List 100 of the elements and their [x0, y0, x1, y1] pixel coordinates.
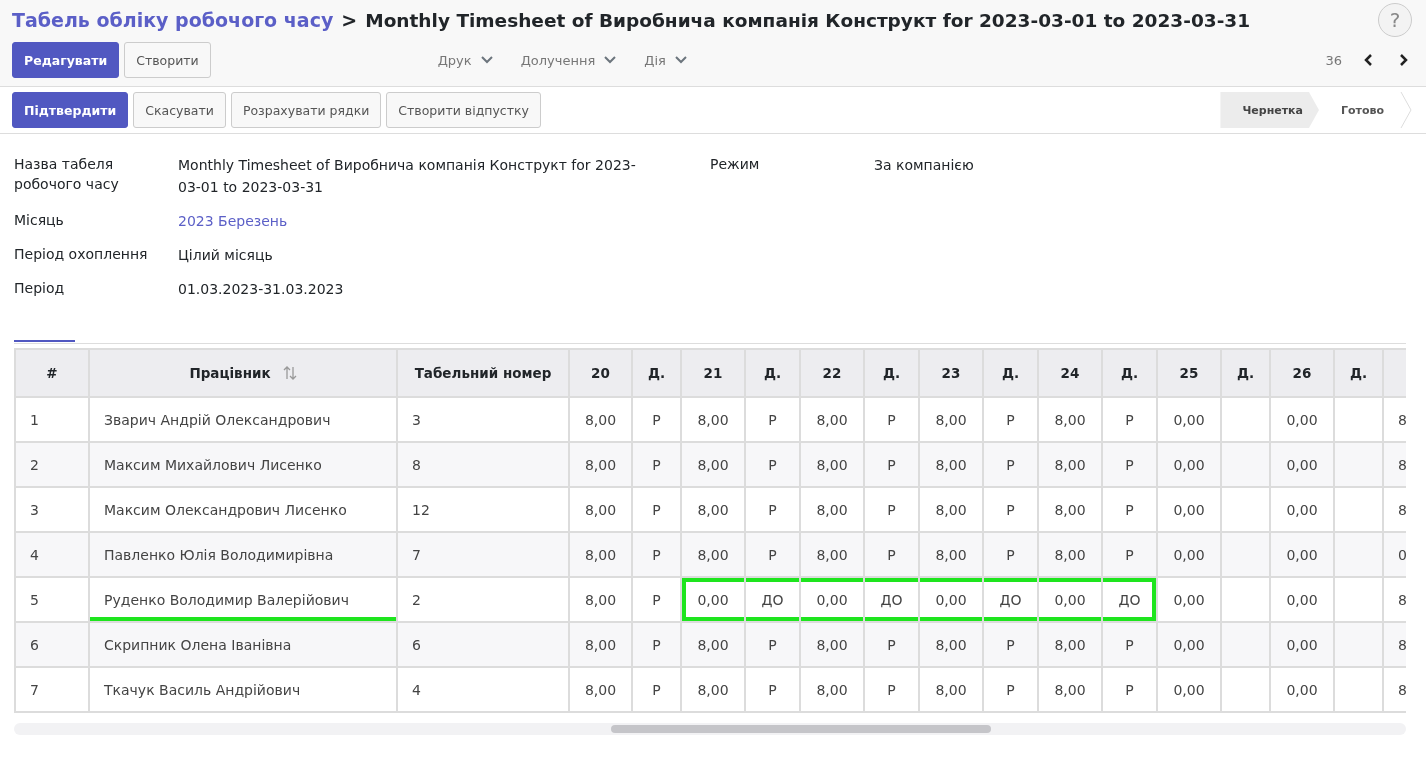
table-cell: Р	[745, 622, 800, 667]
table-cell: 0,00	[681, 577, 745, 622]
column-header: 24	[1038, 349, 1102, 397]
sort-icon[interactable]	[282, 365, 297, 381]
breadcrumb-link[interactable]: Табель обліку робочого часу	[12, 9, 334, 31]
table-cell: 8,00	[1038, 622, 1102, 667]
dropdown-menu[interactable]: Дія	[644, 52, 687, 68]
table-cell: 0,00	[1270, 442, 1334, 487]
table-cell: 0,00	[1270, 532, 1334, 577]
action-button[interactable]: Розрахувати рядки	[230, 92, 382, 128]
table-cell: 8,00	[1038, 532, 1102, 577]
field-link[interactable]: 2023 Березень	[178, 210, 658, 232]
record-counter: 36	[1325, 52, 1342, 68]
dropdown-menu[interactable]: Долучення	[520, 52, 617, 68]
action-button[interactable]: Створити відпустку	[386, 92, 541, 128]
table-cell: Р	[983, 622, 1038, 667]
column-header: Д.	[1334, 349, 1383, 397]
table-cell: 8,00	[919, 442, 983, 487]
table-cell: Р	[745, 667, 800, 712]
table-cell: Р	[864, 622, 919, 667]
table-cell: Павленко Юлія Володимирівна	[89, 532, 397, 577]
field-value: За компанією	[874, 156, 975, 175]
table-cell: Р	[1102, 622, 1157, 667]
scrollbar-thumb[interactable]	[611, 725, 991, 733]
step-divider-icon	[1400, 92, 1412, 128]
table-cell: 8,00	[919, 622, 983, 667]
action-button[interactable]: Підтвердити	[12, 92, 129, 128]
table-cell: 0,00	[1038, 577, 1102, 622]
chevron-down-icon	[480, 56, 493, 64]
table-cell: Р	[632, 667, 681, 712]
table-cell: 8,00	[681, 622, 745, 667]
column-header: Табельний номер	[397, 349, 569, 397]
dropdown-menu[interactable]: Друк	[437, 52, 493, 68]
table-cell: Р	[1102, 667, 1157, 712]
status-step[interactable]: Чернетка	[1220, 92, 1319, 128]
table-cell: Р	[1102, 532, 1157, 577]
create-button[interactable]: Створити	[124, 42, 211, 78]
table-cell: Р	[1102, 442, 1157, 487]
table-cell: 8,00	[800, 667, 864, 712]
action-button[interactable]: Скасувати	[133, 92, 226, 128]
column-header[interactable]: Працівник	[89, 349, 397, 397]
table-cell: 8,00	[1038, 442, 1102, 487]
table-cell: ДО	[983, 577, 1038, 622]
field-label: Місяць	[14, 211, 65, 230]
help-button[interactable]: ?	[1378, 3, 1412, 37]
column-header: 26	[1270, 349, 1334, 397]
table-cell	[1221, 622, 1270, 667]
table-cell: 0,00	[1157, 622, 1221, 667]
table-cell: 0,00	[919, 577, 983, 622]
table-cell: Р	[745, 532, 800, 577]
column-header: Д.	[1221, 349, 1270, 397]
table-cell: 8,00	[1038, 667, 1102, 712]
table-cell	[1334, 622, 1383, 667]
chevron-down-icon	[674, 56, 687, 64]
table-cell: 8,00	[919, 667, 983, 712]
field-value: Цілий місяць	[178, 246, 274, 265]
table-cell	[1221, 442, 1270, 487]
table-cell: 8,00	[569, 532, 632, 577]
field-label: Назва табеля робочого часу	[14, 155, 120, 194]
table-cell: Р	[632, 532, 681, 577]
table-cell: 0,00	[1270, 622, 1334, 667]
table-cell: 8	[397, 442, 569, 487]
column-header: Д.	[632, 349, 681, 397]
table-cell: Скрипник Олена Іванівна	[89, 622, 397, 667]
table-cell: Р	[864, 442, 919, 487]
table-cell: ДО	[864, 577, 919, 622]
table-cell: 7	[397, 532, 569, 577]
table-cell: 8,00	[681, 442, 745, 487]
column-header: 21	[681, 349, 745, 397]
table-cell: 0,00	[800, 577, 864, 622]
table-cell: 8,00	[569, 622, 632, 667]
column-header: 23	[919, 349, 983, 397]
table-cell: 4	[397, 667, 569, 712]
field-label: Режим	[710, 155, 761, 174]
column-header: Д.	[983, 349, 1038, 397]
field-label: Період охоплення	[14, 245, 149, 264]
record-title: Monthly Timesheet of Виробнича компанія Конструкт for 2023-03-01 to 2023-03-31	[365, 9, 1252, 31]
table-cell: 6	[397, 622, 569, 667]
field-value: Monthly Timesheet of Виробнича компанія Конструкт for 2023-03-01 to 2023-03-31	[178, 156, 637, 197]
table-cell: 8,00	[919, 532, 983, 577]
table-cell: 6	[15, 622, 89, 667]
table-cell: 8,00	[569, 667, 632, 712]
table-cell: 8,00	[681, 532, 745, 577]
table-cell: Р	[983, 442, 1038, 487]
table-cell: Р	[983, 667, 1038, 712]
table-cell: Р	[745, 442, 800, 487]
table-cell: 8,00	[800, 532, 864, 577]
field-value: 01.03.2023-31.03.2023	[178, 280, 345, 299]
column-header: #	[15, 349, 89, 397]
table-cell	[1221, 667, 1270, 712]
edit-button[interactable]: Редагувати	[12, 42, 120, 78]
table-cell	[1334, 532, 1383, 577]
table-cell: Р	[632, 442, 681, 487]
table-cell: 7	[15, 667, 89, 712]
table-cell: 0,00	[1157, 667, 1221, 712]
table-cell: 8,00	[681, 667, 745, 712]
table-cell: Максим Михайлович Лисенко	[89, 442, 397, 487]
table-cell	[1334, 667, 1383, 712]
table-cell: 4	[15, 532, 89, 577]
table-cell: Р	[983, 532, 1038, 577]
